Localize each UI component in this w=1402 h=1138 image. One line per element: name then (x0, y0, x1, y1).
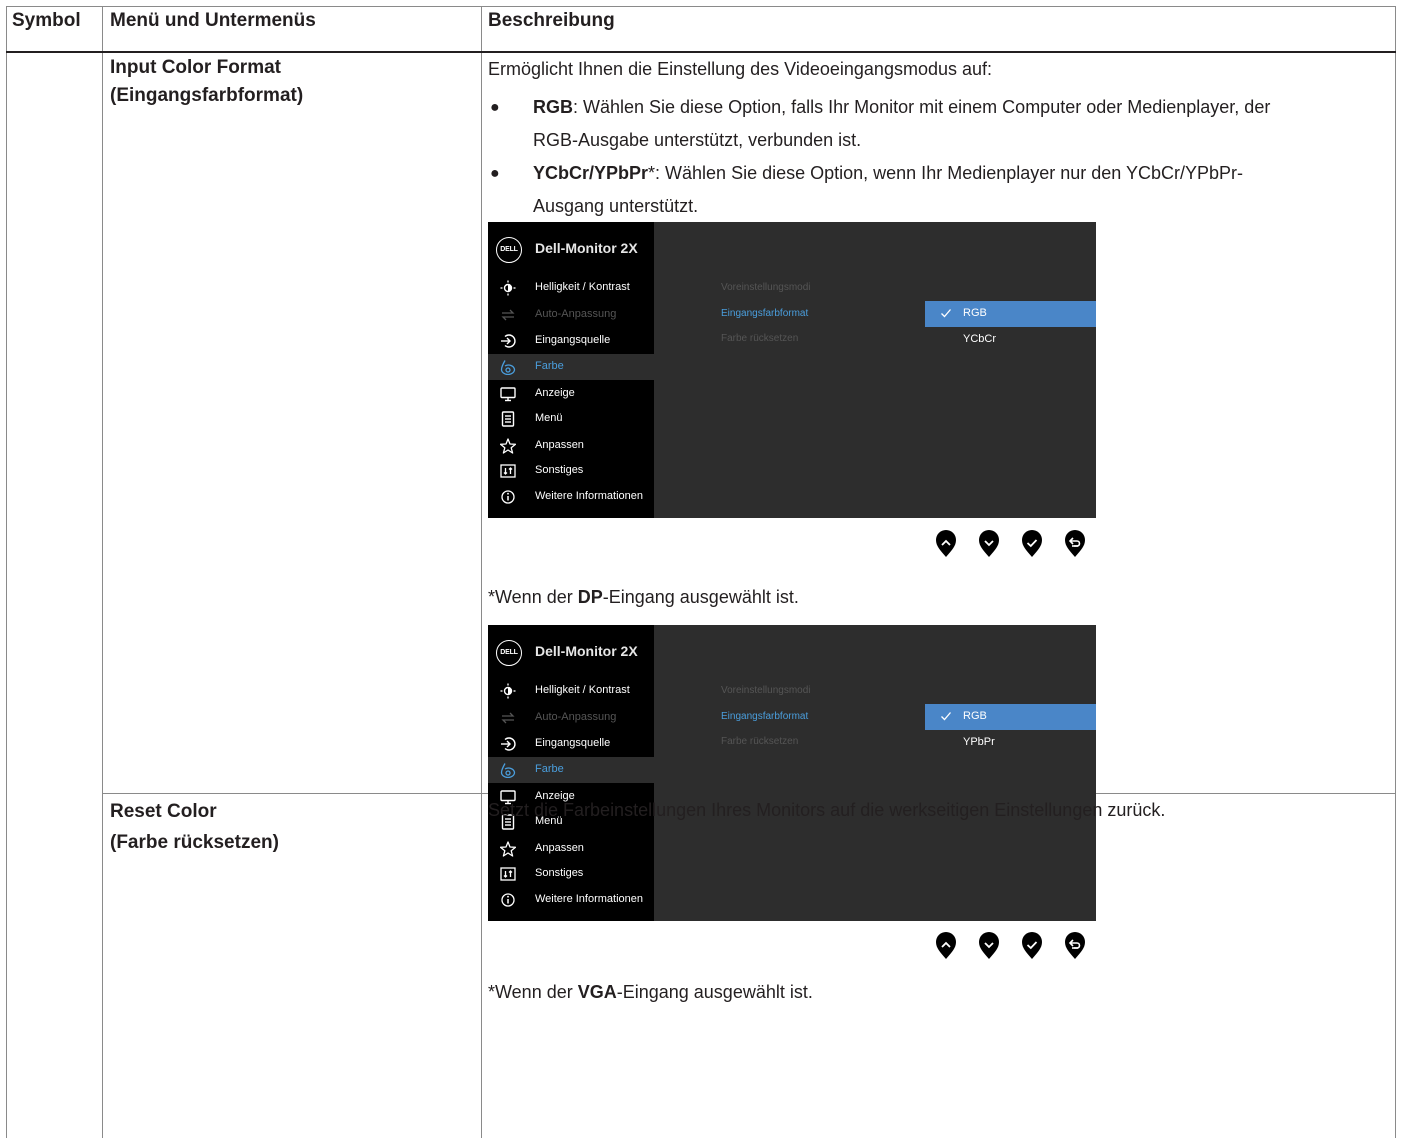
osd-menu-item[interactable]: Farbe (488, 757, 654, 783)
osd-menu-label: Helligkeit / Kontrast (535, 684, 630, 696)
osd-option[interactable]: RGB (925, 704, 1096, 730)
osd-option-label: RGB (963, 710, 987, 722)
header-description: Beschreibung (488, 10, 615, 31)
osd-option-label: RGB (963, 307, 987, 319)
star-icon (500, 438, 516, 454)
auto-adjust-icon (501, 309, 515, 321)
others-icon (500, 867, 516, 881)
osd-menu-label: Menü (535, 412, 563, 424)
others-icon (500, 464, 516, 478)
osd-menu-label: Eingangsquelle (535, 737, 611, 749)
osd-menu-item[interactable]: Helligkeit / Kontrast (488, 275, 654, 301)
dell-logo: DELL (496, 237, 522, 263)
osd-menu-item[interactable]: Auto-Anpassung (488, 705, 654, 731)
osd-menu-label: Helligkeit / Kontrast (535, 281, 630, 293)
osd-menu-label: Eingangsquelle (535, 334, 611, 346)
osd-menu-item[interactable]: Menü (488, 406, 654, 432)
osd-option-label: YPbPr (963, 736, 995, 748)
reset-color-desc: Setzt die Farbeinstellungen Ihres Monito… (488, 800, 1166, 820)
color-icon (500, 763, 516, 778)
osd-sidebar: DELL Dell-Monitor 2X Helligkeit / Kontrast… (488, 625, 654, 921)
osd-submenu-item[interactable]: Farbe rücksetzen (721, 736, 798, 747)
osd-menu-item[interactable]: Helligkeit / Kontrast (488, 678, 654, 704)
osd-menu-item[interactable]: Eingangsquelle (488, 328, 654, 354)
osd-menu-item[interactable]: Weitere Informationen (488, 887, 654, 913)
input-source-icon (501, 737, 516, 751)
osd-option[interactable]: RGB (925, 301, 1096, 327)
osd-title: Dell-Monitor 2X (535, 643, 638, 659)
osd-submenu-item[interactable]: Voreinstellungsmodi (721, 685, 811, 696)
monitor-buttons (935, 528, 1095, 562)
osd-option[interactable]: YPbPr (925, 730, 1096, 756)
osd-menu-label: Auto-Anpassung (535, 711, 617, 723)
input-source-icon (501, 334, 516, 348)
info-icon (501, 490, 515, 504)
osd-menu-item[interactable]: Sonstiges (488, 861, 654, 887)
osd-option[interactable]: YCbCr (925, 327, 1096, 353)
up-button-icon (936, 530, 956, 557)
osd-menu-item[interactable]: Farbe (488, 354, 654, 380)
ok-button-icon (1022, 530, 1042, 557)
display-icon (500, 387, 516, 402)
check-icon (941, 712, 951, 721)
intro-text: Ermöglicht Ihnen die Einstellung des Vid… (488, 59, 992, 79)
osd-menu-item[interactable]: Sonstiges (488, 458, 654, 484)
osd-submenu-item[interactable]: Eingangsfarbformat (721, 711, 808, 722)
osd-menu-item[interactable]: Auto-Anpassung (488, 302, 654, 328)
osd-menu-label: Farbe (535, 763, 564, 775)
brightness-icon (500, 280, 516, 296)
osd-menu-label: Sonstiges (535, 867, 584, 879)
osd-menu-label: Weitere Informationen (535, 893, 644, 905)
bullet-ycbcr: YCbCr/YPbPr*: Wählen Sie diese Option, w… (533, 163, 1244, 216)
osd-menu-item[interactable]: Anzeige (488, 381, 654, 407)
osd-option-label: YCbCr (963, 333, 997, 345)
bullet-dot: ● (490, 165, 500, 182)
header-symbol: Symbol (12, 10, 81, 31)
down-button-icon (979, 932, 999, 959)
osd-menu-label: Anzeige (535, 387, 575, 399)
osd-menu-label: Weitere Informationen (535, 490, 644, 502)
osd-submenu-item[interactable]: Farbe rücksetzen (721, 333, 798, 344)
osd-menu-item[interactable]: Anpassen (488, 433, 654, 459)
back-button-icon (1065, 530, 1085, 557)
auto-adjust-icon (501, 712, 515, 724)
back-button-icon (1065, 932, 1085, 959)
osd-menu-label: Anpassen (535, 842, 584, 854)
osd-title: Dell-Monitor 2X (535, 240, 638, 256)
osd-menu-item[interactable]: Eingangsquelle (488, 731, 654, 757)
monitor-buttons (935, 930, 1095, 964)
color-icon (500, 360, 516, 375)
osd-sidebar: DELL Dell-Monitor 2X Helligkeit / Kontrast… (488, 222, 654, 518)
osd-menu-item[interactable]: Weitere Informationen (488, 484, 654, 510)
bullet-rgb: RGB: Wählen Sie diese Option, falls Ihr … (533, 97, 1271, 150)
up-button-icon (936, 932, 956, 959)
osd-submenu-item[interactable]: Eingangsfarbformat (721, 308, 808, 319)
menu-icon (501, 411, 515, 427)
ok-button-icon (1022, 932, 1042, 959)
brightness-icon (500, 683, 516, 699)
dell-logo: DELL (496, 640, 522, 666)
osd-menu-label: Sonstiges (535, 464, 584, 476)
bullet-dot: ● (490, 99, 500, 116)
osd-menu-label: Anpassen (535, 439, 584, 451)
osd-menu-label: Farbe (535, 360, 564, 372)
header-menu: Menü und Untermenüs (110, 10, 316, 31)
note-vga: *Wenn der VGA-Eingang ausgewählt ist. (488, 982, 813, 1002)
menu-title-reset-color: Reset Color (Farbe rücksetzen) (110, 801, 279, 853)
osd-menu-item[interactable]: Anpassen (488, 836, 654, 862)
check-icon (941, 309, 951, 318)
star-icon (500, 841, 516, 857)
osd-screenshot-dp: DELL Dell-Monitor 2X Helligkeit / Kontrast… (488, 222, 1096, 518)
osd-menu-label: Auto-Anpassung (535, 308, 617, 320)
osd-screenshot-vga: DELL Dell-Monitor 2X Helligkeit / Kontrast… (488, 625, 1096, 921)
menu-title-input-color-format: Input Color Format (Eingangsfarbformat) (110, 57, 304, 106)
down-button-icon (979, 530, 999, 557)
info-icon (501, 893, 515, 907)
note-dp: *Wenn der DP-Eingang ausgewählt ist. (488, 587, 799, 607)
osd-submenu-item[interactable]: Voreinstellungsmodi (721, 282, 811, 293)
